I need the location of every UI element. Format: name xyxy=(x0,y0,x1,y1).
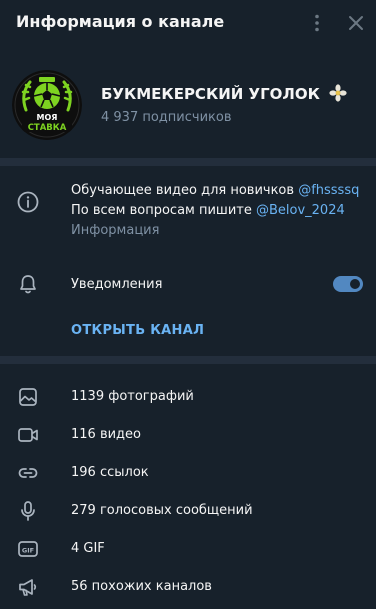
flower-icon xyxy=(329,84,347,102)
megaphone-icon xyxy=(16,575,40,599)
svg-text:GIF: GIF xyxy=(22,546,34,554)
media-label: 1139 фотографий xyxy=(71,389,194,404)
mention-link-fhssssq[interactable]: @fhssssq xyxy=(298,183,359,198)
header: Информация о канале xyxy=(0,0,376,46)
media-label: 196 ссылок xyxy=(71,465,149,480)
avatar[interactable]: МОЯ СТАВКА xyxy=(12,70,82,140)
page-title: Информация о канале xyxy=(16,12,225,31)
channel-profile: МОЯ СТАВКА БУКМЕКЕРСКИЙ УГОЛОК 4 937 под… xyxy=(0,46,376,158)
close-icon[interactable] xyxy=(344,11,368,35)
description-caption: Информация xyxy=(71,223,160,238)
avatar-text-top: МОЯ xyxy=(37,113,58,122)
media-label: 279 голосовых сообщений xyxy=(71,503,253,518)
toggle-knob xyxy=(348,277,362,291)
description-line-2: По всем вопросам пишите @Belov_2024 xyxy=(71,203,345,218)
notifications-toggle[interactable] xyxy=(333,276,363,292)
channel-name: БУКМЕКЕРСКИЙ УГОЛОК xyxy=(101,84,347,103)
more-vertical-icon[interactable] xyxy=(305,11,329,35)
avatar-text-bottom: СТАВКА xyxy=(28,123,67,133)
media-item-gif[interactable]: GIF 4 GIF xyxy=(0,530,376,568)
media-label: 4 GIF xyxy=(71,541,105,556)
info-section: Обучающее видео для новичков @fhssssq По… xyxy=(0,166,376,356)
media-item-photos[interactable]: 1139 фотографий xyxy=(0,378,376,416)
link-icon xyxy=(16,461,40,485)
description-line-1: Обучающее видео для новичков @fhssssq xyxy=(71,183,359,198)
media-item-voice[interactable]: 279 голосовых сообщений xyxy=(0,492,376,530)
mention-link-belov[interactable]: @Belov_2024 xyxy=(256,203,345,218)
section-divider xyxy=(0,356,376,364)
photo-icon xyxy=(16,385,40,409)
description-text-2: По всем вопросам пишите xyxy=(71,203,256,218)
channel-name-text: БУКМЕКЕРСКИЙ УГОЛОК xyxy=(101,85,320,103)
subscriber-count: 4 937 подписчиков xyxy=(101,110,232,125)
notifications-label: Уведомления xyxy=(71,277,163,292)
media-label: 116 видео xyxy=(71,427,141,442)
section-divider xyxy=(0,158,376,166)
media-item-videos[interactable]: 116 видео xyxy=(0,416,376,454)
open-channel-button[interactable]: ОТКРЫТЬ КАНАЛ xyxy=(71,323,204,338)
media-item-links[interactable]: 196 ссылок xyxy=(0,454,376,492)
gif-icon: GIF xyxy=(16,537,40,561)
media-label: 56 похожих каналов xyxy=(71,579,212,594)
media-section: 1139 фотографий 116 видео 196 ссылок 279… xyxy=(0,364,376,609)
video-icon xyxy=(16,423,40,447)
microphone-icon xyxy=(16,499,40,523)
media-item-similar-channels[interactable]: 56 похожих каналов xyxy=(0,568,376,606)
description-text-1: Обучающее видео для новичков xyxy=(71,183,299,198)
bell-icon xyxy=(16,272,40,296)
info-icon xyxy=(16,190,40,214)
